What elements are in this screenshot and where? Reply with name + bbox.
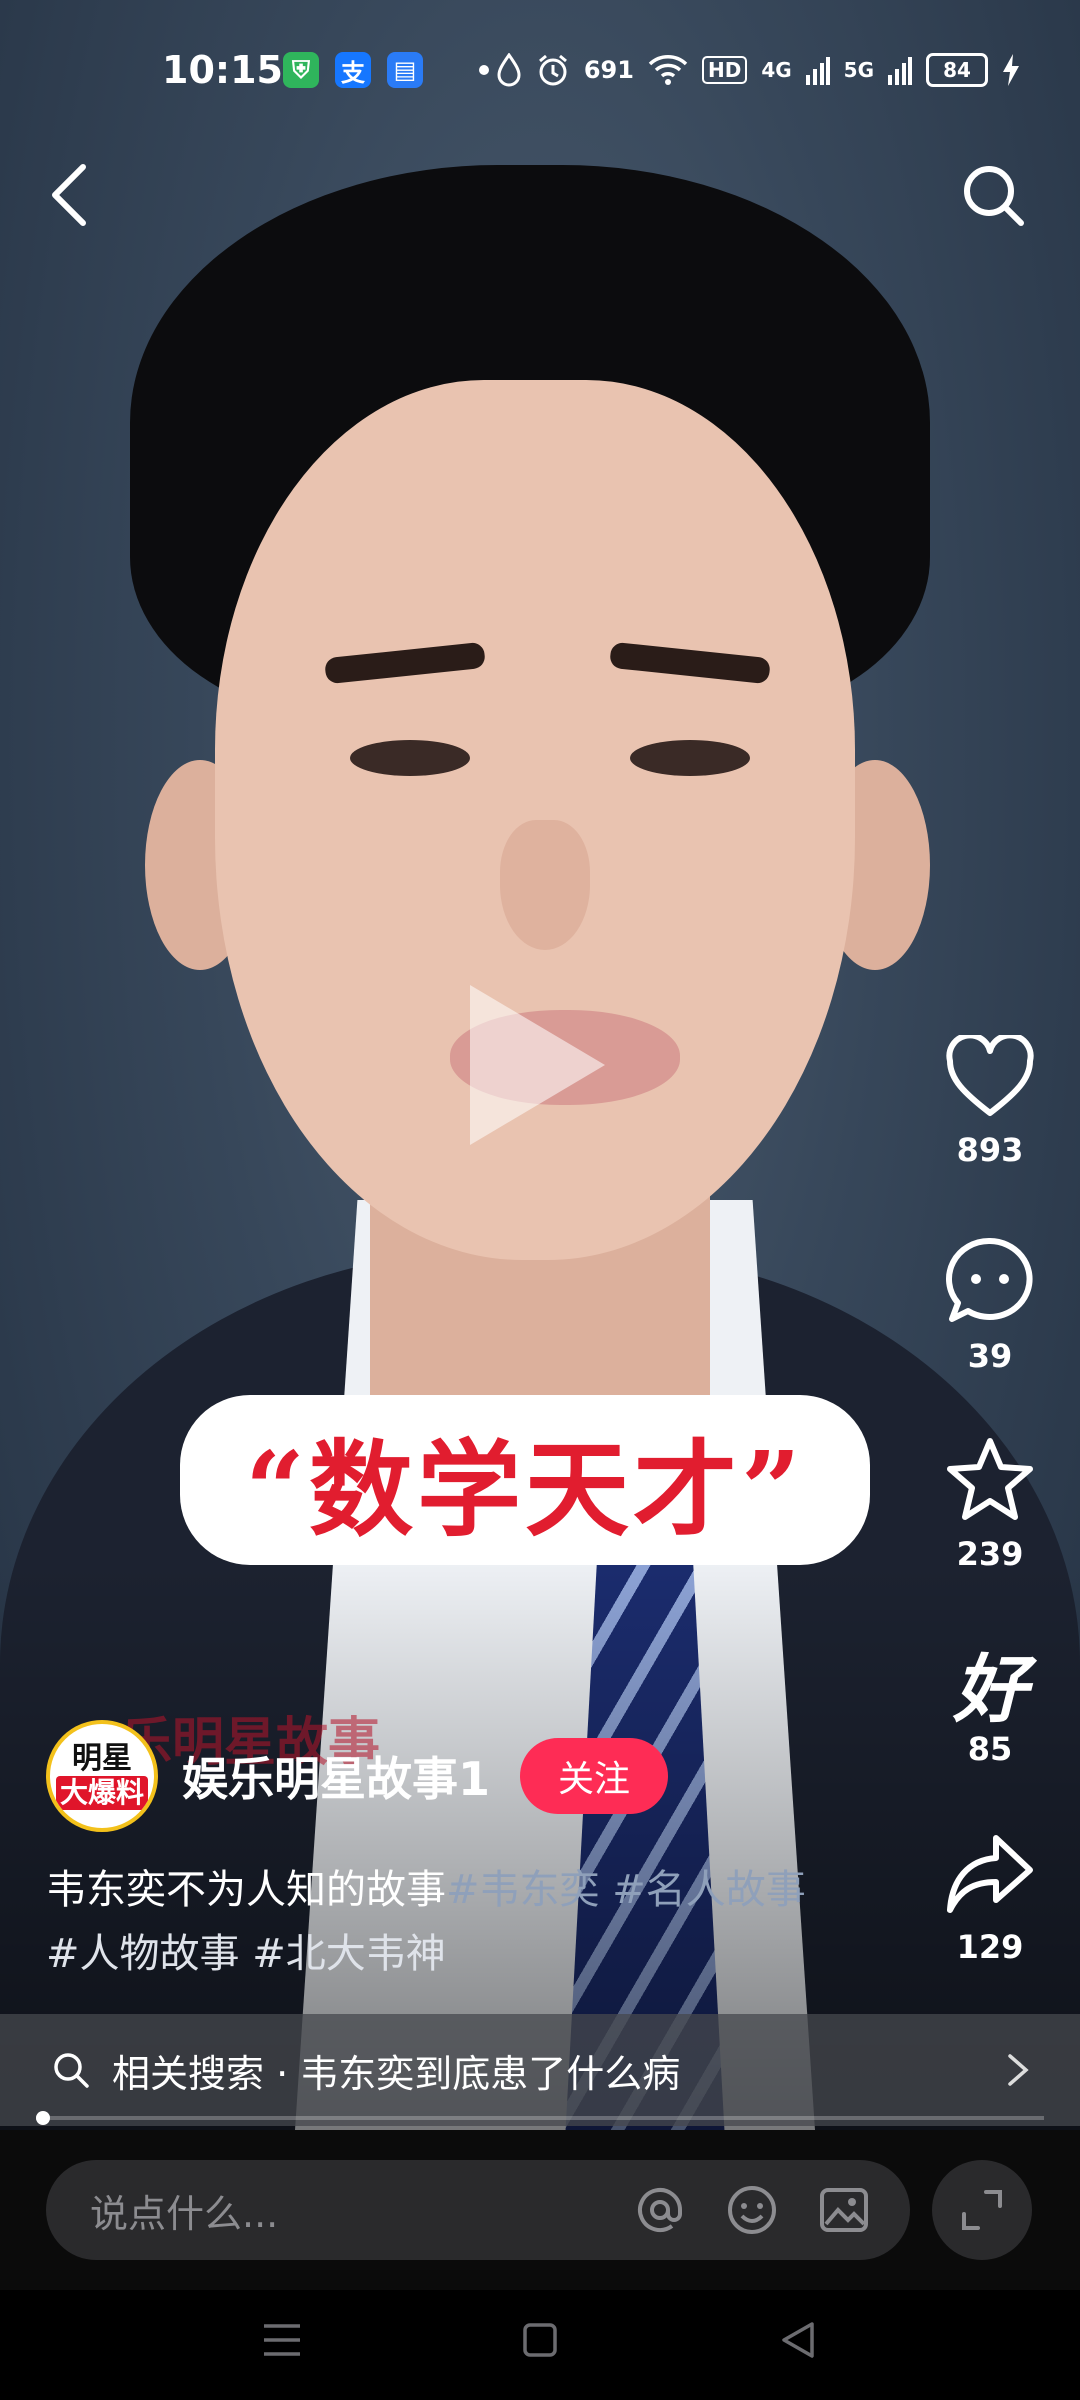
share-button[interactable]: 129 <box>930 1830 1050 1966</box>
network-5g-label: 5G <box>843 58 874 82</box>
favorite-button[interactable]: 239 <box>930 1435 1050 1573</box>
good-count: 85 <box>967 1730 1013 1768</box>
avatar[interactable]: 明星 大爆料 <box>46 1720 158 1832</box>
signal-4g-icon <box>805 57 830 85</box>
battery-icon: 84 <box>926 53 988 87</box>
video-caption: “数学天才” <box>180 1395 870 1565</box>
like-button[interactable]: 893 <box>930 1032 1050 1169</box>
notification-dot-icon <box>479 65 489 75</box>
portrait-nose <box>500 820 590 950</box>
video-progress-handle[interactable] <box>36 2111 50 2125</box>
favorite-count: 239 <box>956 1535 1024 1573</box>
video-progress-track[interactable] <box>36 2116 1044 2120</box>
good-button[interactable]: 好 85 <box>930 1630 1050 1768</box>
signal-5g-icon <box>888 57 912 85</box>
files-app-icon: ▤ <box>387 52 423 88</box>
image-icon[interactable] <box>818 2184 870 2236</box>
status-time: 10:15 <box>162 48 283 92</box>
comment-input[interactable]: 说点什么... <box>46 2160 910 2260</box>
comment-count: 39 <box>967 1337 1013 1375</box>
avatar-text-bottom: 大爆料 <box>55 1776 148 1810</box>
like-count: 893 <box>956 1131 1024 1169</box>
status-bar: 10:15 ⛨ 支 ▤ 691 HD 4G 5G 84 <box>0 40 1080 100</box>
star-icon <box>947 1438 1033 1520</box>
comment-button[interactable]: 39 <box>930 1235 1050 1375</box>
search-button[interactable] <box>948 150 1038 240</box>
description-text: 韦东奕不为人知的故事 <box>46 1867 446 1913</box>
comment-icon <box>946 1237 1033 1322</box>
alipay-icon: 支 <box>335 52 371 88</box>
hashtag[interactable]: #名人故事 <box>612 1867 806 1913</box>
expand-icon <box>962 2190 1002 2230</box>
author-name[interactable]: 娱乐明星故事1 <box>182 1743 490 1809</box>
portrait-eye-right <box>630 740 750 776</box>
alarm-icon <box>538 54 567 86</box>
shield-app-icon: ⛨ <box>283 52 319 88</box>
home-nav-button[interactable] <box>510 2310 570 2370</box>
back-button[interactable] <box>24 150 114 240</box>
follow-button[interactable]: 关注 <box>520 1738 669 1814</box>
avatar-text-top: 明星 <box>72 1741 132 1776</box>
menu-icon <box>264 2324 300 2356</box>
related-search-text: 相关搜索 · 韦东奕到底患了什么病 <box>112 2051 681 2096</box>
fullscreen-button[interactable] <box>932 2160 1032 2260</box>
good-icon: 好 <box>930 1630 1050 1733</box>
portrait-eye-left <box>350 740 470 776</box>
play-icon[interactable] <box>470 985 605 1145</box>
author-row: 明星 大爆料 娱乐明星故事1 关注 <box>46 1720 669 1832</box>
network-4g-label: 4G <box>761 58 792 82</box>
network-speed: 691 <box>583 56 634 84</box>
menu-nav-button[interactable] <box>252 2310 312 2370</box>
hashtag[interactable]: #人物故事 <box>46 1931 240 1977</box>
comment-placeholder: 说点什么... <box>90 2191 279 2236</box>
wifi-icon <box>648 55 688 85</box>
chevron-left-icon <box>52 164 86 226</box>
chevron-right-icon <box>1008 2054 1029 2086</box>
search-icon <box>54 2053 89 2088</box>
charging-icon <box>1003 54 1019 86</box>
back-nav-button[interactable] <box>768 2310 828 2370</box>
back-triangle-icon <box>782 2322 814 2358</box>
status-system-icons: 691 HD 4G 5G 84 <box>496 53 1020 87</box>
hd-voice-badge: HD <box>701 56 748 84</box>
heart-icon <box>946 1032 1034 1116</box>
search-icon <box>964 166 1024 226</box>
related-search-bar[interactable]: 相关搜索 · 韦东奕到底患了什么病 <box>0 2014 1080 2126</box>
video-description: 韦东奕不为人知的故事#韦东奕 #名人故事 #人物故事 #北大韦神 <box>46 1858 876 1986</box>
hashtag[interactable]: #北大韦神 <box>252 1931 446 1977</box>
good-label: 好 <box>953 1647 1027 1733</box>
hashtag[interactable]: #韦东奕 <box>446 1867 600 1913</box>
emoji-icon[interactable] <box>726 2184 778 2236</box>
comment-input-icons <box>634 2184 870 2236</box>
screen: “数学天才” 乐明星故事 10:15 ⛨ 支 ▤ 691 HD 4G 5G 84 <box>0 0 1080 2400</box>
mention-icon[interactable] <box>634 2184 686 2236</box>
share-icon <box>947 1835 1033 1913</box>
home-square-icon <box>523 2323 557 2357</box>
share-count: 129 <box>956 1928 1024 1966</box>
status-app-icons: ⛨ 支 ▤ <box>283 52 489 88</box>
data-saver-icon <box>497 53 521 87</box>
